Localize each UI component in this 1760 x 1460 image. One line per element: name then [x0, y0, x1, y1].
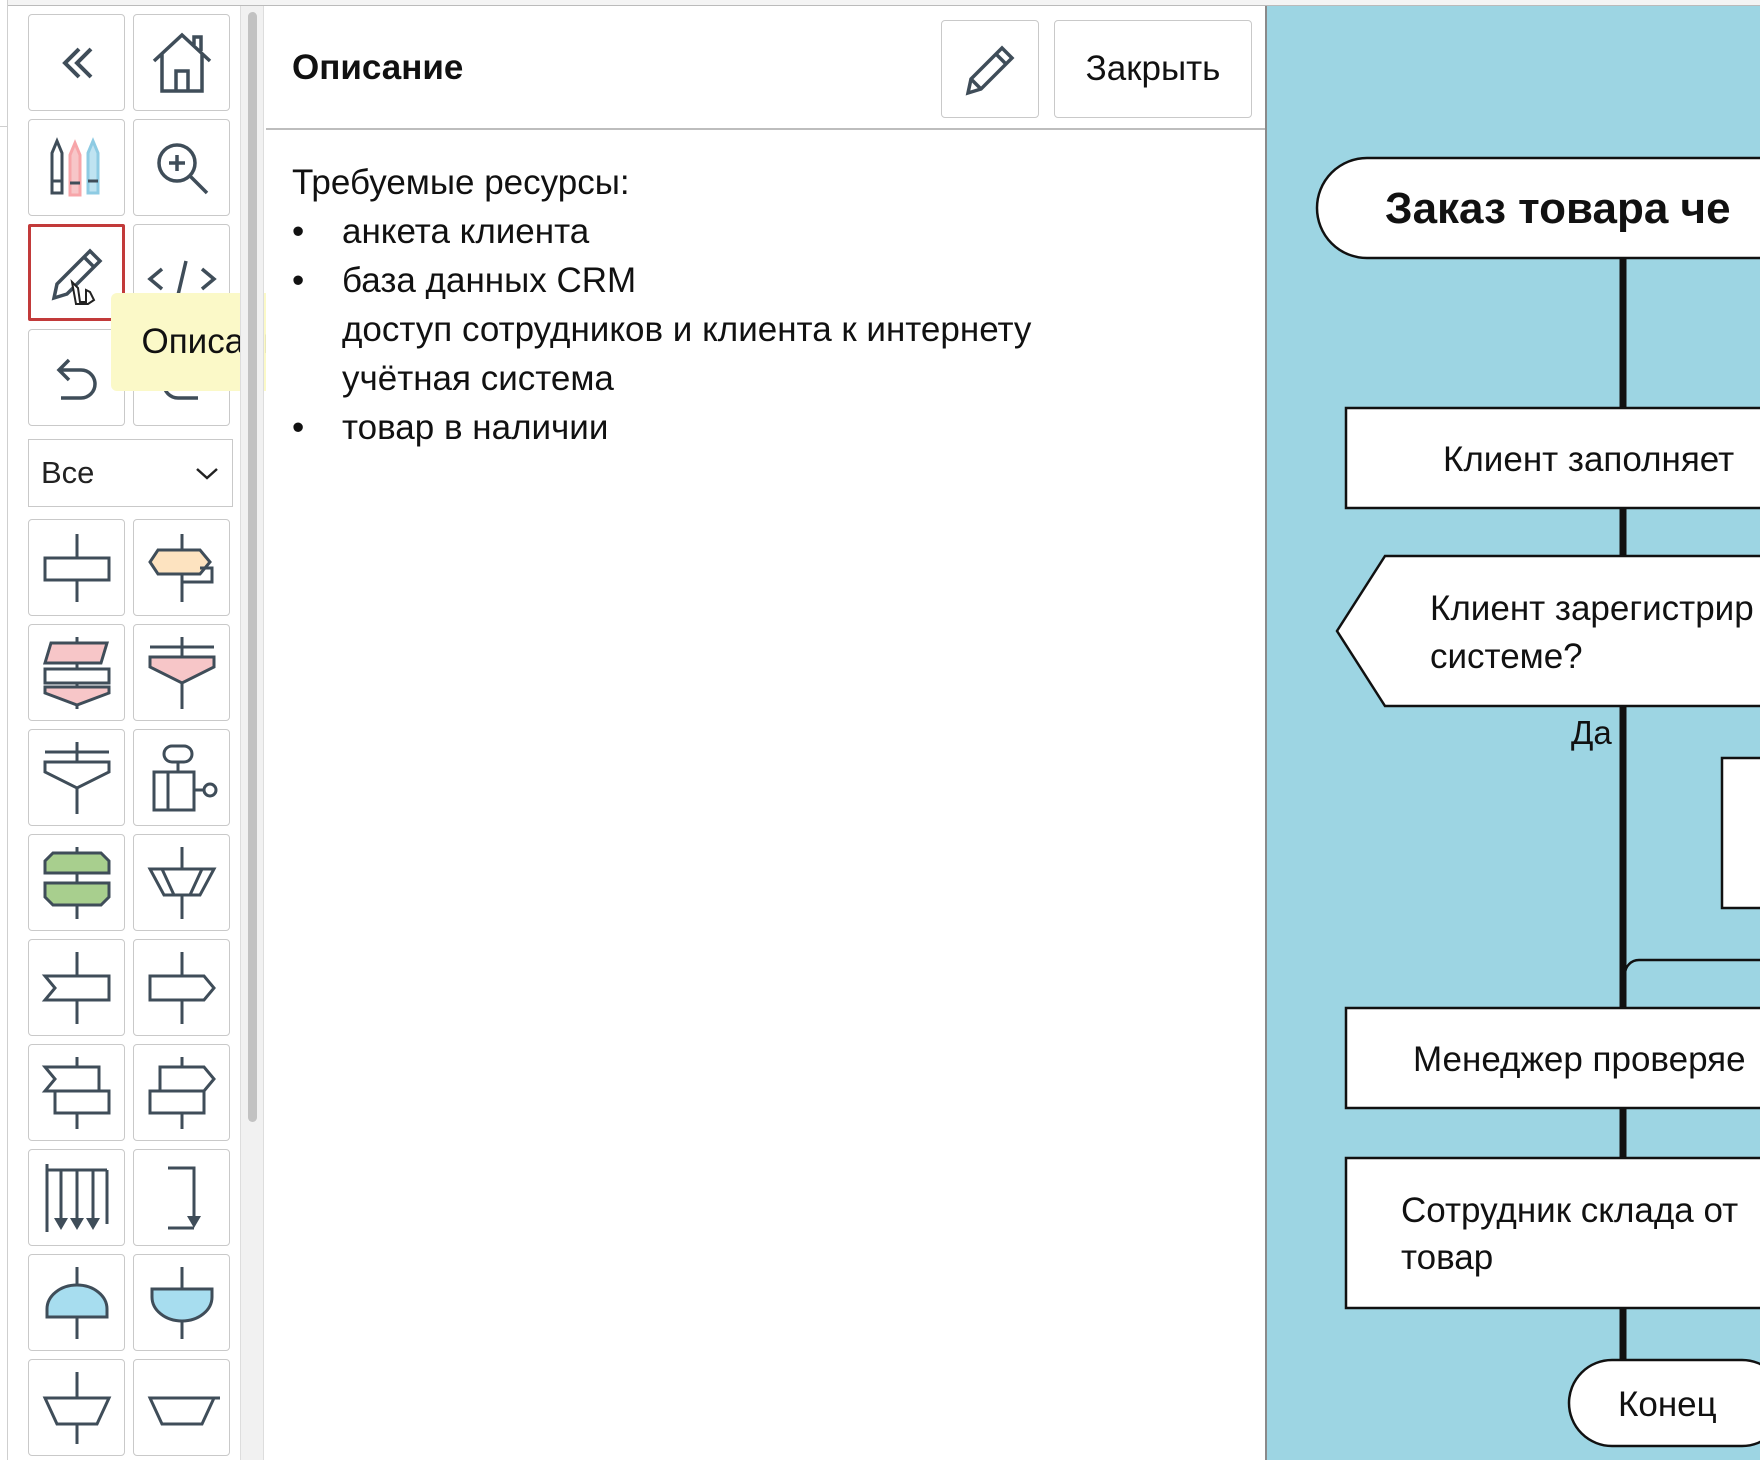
collapse-button[interactable] — [28, 14, 125, 111]
shape-send-button[interactable] — [133, 939, 230, 1036]
shape-send-action-button[interactable] — [133, 1044, 230, 1141]
home-button[interactable] — [133, 14, 230, 111]
shape-trapezoid-button[interactable] — [28, 1359, 125, 1456]
list-item: товар в наличии — [292, 403, 1031, 452]
question-node[interactable] — [1335, 554, 1760, 708]
zoom-button[interactable] — [133, 119, 230, 216]
filter-select-value: Все — [41, 455, 95, 490]
shape-loop-button[interactable] — [28, 834, 125, 931]
home-icon — [152, 32, 211, 93]
hexagon-shape-icon — [147, 533, 213, 602]
arrow-down-shape-icon — [167, 1166, 201, 1229]
shape-subroutine-button[interactable] — [133, 519, 230, 616]
app-root: Все Описание Описание Закрыть Требуемые … — [0, 0, 1760, 1460]
shape-receive-button[interactable] — [28, 939, 125, 1036]
colored-pencils-icon — [50, 136, 99, 196]
send-action-shape-icon — [148, 1056, 216, 1129]
action-node-text: Менеджер проверяе — [1413, 1040, 1746, 1079]
side-node[interactable] — [1720, 756, 1760, 910]
description-content: Требуемые ресурсы: анкета клиента база д… — [292, 158, 1031, 452]
list-item: учётная система — [342, 359, 614, 398]
action-node-text: Сотрудник склада от — [1401, 1191, 1738, 1230]
styles-button[interactable] — [28, 119, 125, 216]
list-item: база данных CRM — [292, 256, 1031, 305]
diagram-canvas[interactable]: Заказ товара че Клиент заполняет Клиент … — [1265, 6, 1760, 1460]
shape-timer-button[interactable] — [133, 729, 230, 826]
double-chevron-left-icon — [61, 47, 92, 78]
left-edge-strip — [0, 0, 8, 1460]
toolbar: Все Описание — [8, 6, 333, 1460]
shape-receive-action-button[interactable] — [28, 1044, 125, 1141]
input-output-shape-icon — [42, 636, 110, 709]
filter-select[interactable]: Все — [28, 439, 233, 507]
edit-description-button[interactable] — [941, 20, 1039, 118]
panel-title: Описание — [292, 48, 464, 87]
shape-action-button[interactable] — [28, 519, 125, 616]
close-button[interactable]: Закрыть — [1054, 20, 1252, 118]
panel-header: Описание Закрыть — [266, 6, 1265, 130]
action-node-text: товар — [1401, 1238, 1493, 1277]
shape-branch-button[interactable] — [28, 1149, 125, 1246]
shape-arrow-button[interactable] — [133, 1149, 230, 1246]
flowchart: Заказ товара че Клиент заполняет Клиент … — [1315, 156, 1760, 1448]
connector-bottom-shape-icon — [150, 1266, 213, 1339]
question-node-text: Клиент зарегистрир — [1430, 589, 1754, 628]
zoom-in-icon — [156, 142, 208, 194]
pencil-icon — [51, 248, 102, 305]
undo-icon — [56, 358, 97, 400]
trapezoid-alt-shape-icon — [147, 1396, 220, 1425]
resources-list: анкета клиента база данных CRM доступ со… — [292, 207, 1031, 452]
shape-parallel-button[interactable] — [133, 834, 230, 931]
yes-branch-label: Да — [1571, 714, 1612, 751]
question-node-text: системе? — [1430, 637, 1583, 676]
action-node-text: Клиент заполняет — [1443, 440, 1734, 479]
chevron-down-icon — [196, 468, 218, 480]
toolbar-scrollbar-thumb[interactable] — [248, 12, 257, 1122]
send-shape-icon — [148, 951, 216, 1024]
shape-input-button[interactable] — [28, 624, 125, 721]
list-item: анкета клиента — [292, 207, 1031, 256]
parallel-shape-icon — [146, 846, 217, 919]
shape-merge-button[interactable] — [28, 729, 125, 826]
description-panel: Описание Закрыть Требуемые ресурсы: анке… — [266, 6, 1265, 1460]
diagram-title: Заказ товара че — [1385, 184, 1731, 233]
shape-connector-bottom-button[interactable] — [133, 1254, 230, 1351]
pencil-icon — [965, 45, 1015, 96]
trapezoid-shape-icon — [42, 1371, 111, 1444]
receive-action-shape-icon — [41, 1056, 110, 1129]
funnel-shape-icon — [148, 636, 215, 709]
loop-shape-icon — [43, 846, 110, 919]
action-node[interactable] — [1344, 1156, 1760, 1310]
timer-shape-icon — [152, 744, 217, 811]
branch-shape-icon — [45, 1163, 108, 1232]
toolbar-scrollbar[interactable] — [240, 6, 264, 1460]
shape-connector-button[interactable] — [28, 1254, 125, 1351]
connector-top-shape-icon — [45, 1266, 108, 1339]
receive-shape-icon — [41, 951, 110, 1024]
action-shape-icon — [43, 533, 110, 602]
end-node-text: Конец — [1618, 1385, 1717, 1424]
shape-output-button[interactable] — [133, 624, 230, 721]
list-item: доступ сотрудников и клиента к интернету — [342, 310, 1032, 349]
branch-connector — [1623, 958, 1760, 981]
resources-heading: Требуемые ресурсы: — [292, 163, 630, 202]
left-edge-divider — [0, 126, 7, 127]
merge-shape-icon — [43, 741, 110, 814]
shape-trapezoid-alt-button[interactable] — [133, 1359, 230, 1456]
